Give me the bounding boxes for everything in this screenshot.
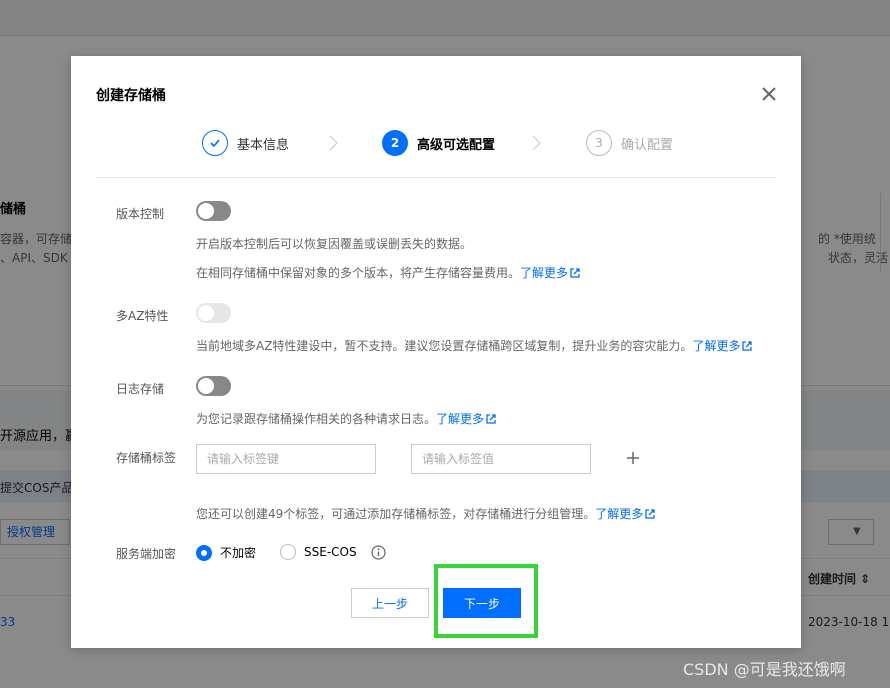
chevron-right-icon [329,135,338,151]
versioning-toggle[interactable] [196,201,231,221]
multi-az-help: 当前地域多AZ特性建设中，暂不支持。建议您设置存储桶跨区域复制，提升业务的容灾能… [196,339,693,353]
check-icon [202,130,228,156]
plus-icon[interactable] [625,450,641,466]
external-link-icon [742,341,753,351]
multi-az-help-row: 当前地域多AZ特性建设中，暂不支持。建议您设置存储桶跨区域复制，提升业务的容灾能… [196,337,753,354]
watermark: CSDN @可是我还饿啊 [683,660,846,679]
versioning-help2: 在相同存储桶中保留对象的多个版本，将产生存储容量费用。 [196,266,521,280]
external-link-icon [645,509,655,519]
multi-az-learn-more-link[interactable]: 了解更多 [692,339,753,353]
logging-toggle[interactable] [196,376,231,396]
versioning-help2-row: 在相同存储桶中保留对象的多个版本，将产生存储容量费用。了解更多 [196,264,580,281]
logging-label: 日志存储 [116,382,165,396]
tags-learn-more-link[interactable]: 了解更多 [595,507,655,521]
create-bucket-modal: 创建存储桶 基本信息 2 高级可选配置 3 确认配置 版本控制 开启版本控制后可… [71,56,801,648]
step-label: 高级可选配置 [417,137,496,153]
learn-more-text: 了解更多 [595,507,644,521]
versioning-learn-more-link[interactable]: 了解更多 [520,266,580,280]
learn-more-text: 了解更多 [520,266,569,280]
prev-step-button[interactable]: 上一步 [351,588,429,618]
tags-label: 存储桶标签 [116,451,177,465]
radio-no-encryption[interactable]: 不加密 [196,544,256,561]
modal-title: 创建存储桶 [96,88,166,104]
versioning-label: 版本控制 [116,207,165,221]
multi-az-label: 多AZ特性 [116,309,169,323]
tag-key-input[interactable] [196,444,376,474]
learn-more-text: 了解更多 [436,412,485,426]
next-step-button[interactable]: 下一步 [443,588,521,618]
step-confirm: 3 确认配置 [586,130,673,156]
close-icon[interactable] [757,82,781,106]
tag-value-input[interactable] [411,444,591,474]
step-number: 3 [586,130,612,156]
stepper-divider [96,177,776,178]
tags-help: 您还可以创建49个标签，可通过添加存储桶标签，对存储桶进行分组管理。 [196,507,596,521]
encryption-label: 服务端加密 [116,547,177,561]
radio-sse-cos[interactable]: SSE-COS [280,544,357,560]
radio-dot [196,544,212,561]
external-link-icon [570,268,580,278]
logging-learn-more-link[interactable]: 了解更多 [436,412,496,426]
logging-help: 为您记录跟存储桶操作相关的各种请求日志。 [196,412,437,426]
step-advanced-config: 2 高级可选配置 [382,130,495,156]
radio-label: SSE-COS [304,545,357,559]
radio-dot [280,544,296,560]
tags-help-row: 您还可以创建49个标签，可通过添加存储桶标签，对存储桶进行分组管理。了解更多 [196,505,655,522]
multi-az-toggle [196,303,231,323]
external-link-icon [486,414,496,424]
step-number: 2 [382,130,408,156]
info-icon[interactable] [371,545,386,560]
chevron-right-icon [532,135,541,151]
learn-more-text: 了解更多 [692,339,741,353]
versioning-help1: 开启版本控制后可以恢复因覆盖或误删丢失的数据。 [196,237,473,251]
step-basic-info: 基本信息 [202,130,289,156]
step-label: 确认配置 [621,137,674,153]
logging-help-row: 为您记录跟存储桶操作相关的各种请求日志。了解更多 [196,410,496,427]
step-label: 基本信息 [237,137,290,153]
radio-label: 不加密 [220,546,257,560]
